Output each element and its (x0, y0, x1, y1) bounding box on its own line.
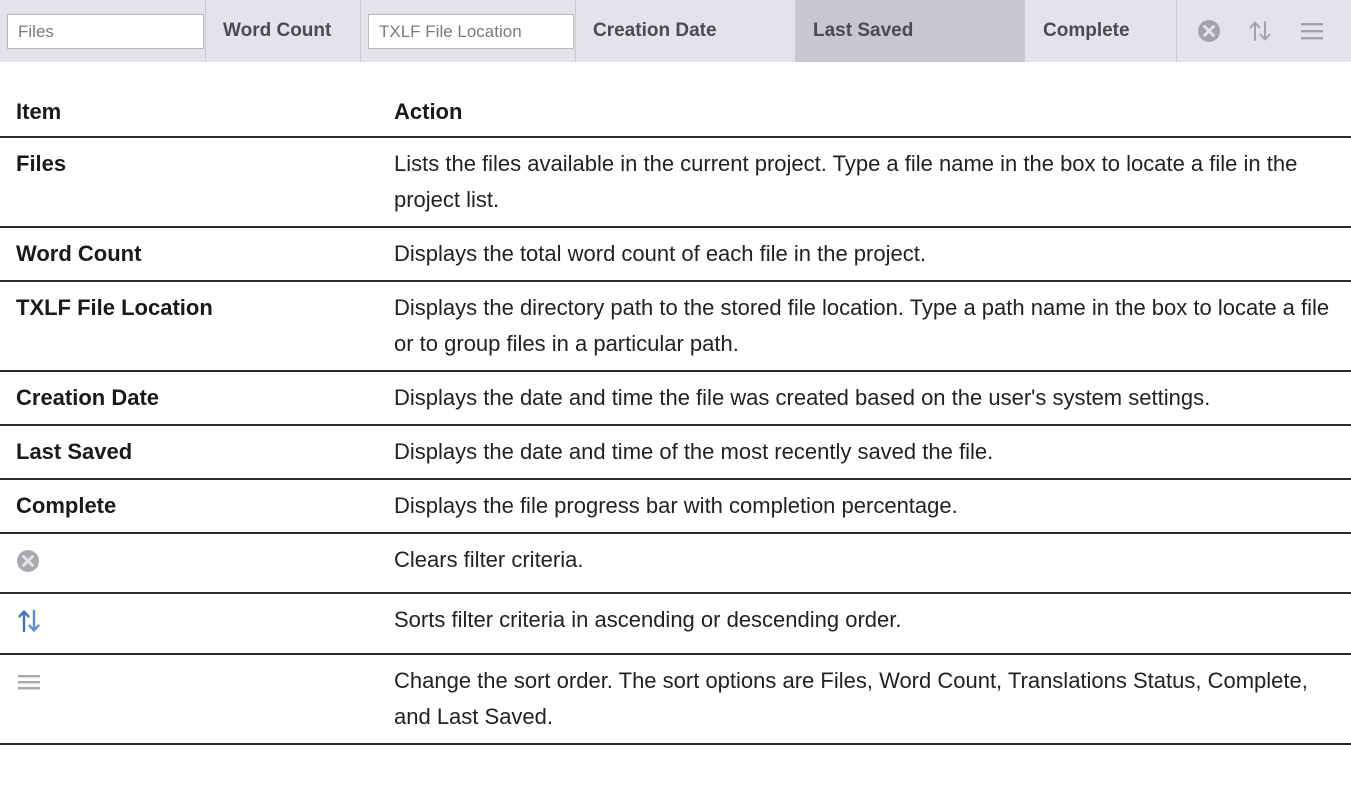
table-row: Files Lists the files available in the c… (0, 137, 1351, 228)
table-cell-item: Word Count (0, 227, 384, 282)
table-cell-action: Displays the date and time the file was … (384, 371, 1351, 426)
table-cell-action: Displays the directory path to the store… (384, 281, 1351, 372)
complete-column-header[interactable]: Complete (1025, 0, 1175, 62)
table-row: Sorts filter criteria in ascending or de… (0, 593, 1351, 655)
toolbar-reference-table: Item Action Files Lists the files availa… (0, 82, 1351, 745)
item-column-header: Item (0, 82, 384, 138)
table-cell-item: TXLF File Location (0, 281, 384, 372)
table-cell-action: Lists the files available in the current… (384, 137, 1351, 228)
menu-icon (16, 669, 50, 699)
table-cell-item (0, 654, 384, 745)
action-column-header: Action (384, 82, 1351, 138)
table-row: Creation Date Displays the date and time… (0, 371, 1351, 426)
table-cell-item: Last Saved (0, 425, 384, 480)
table-cell-item: Creation Date (0, 371, 384, 426)
clear-filter-icon[interactable] (1194, 16, 1224, 46)
table-cell-action: Clears filter criteria. (384, 533, 1351, 594)
txlf-location-filter-input[interactable] (368, 14, 574, 49)
table-cell-item: Complete (0, 479, 384, 534)
files-filter-input[interactable] (7, 14, 204, 49)
table-row: Last Saved Displays the date and time of… (0, 425, 1351, 480)
table-cell-item: Files (0, 137, 384, 228)
word-count-column-header[interactable]: Word Count (205, 0, 360, 62)
table-cell-action: Displays the total word count of each fi… (384, 227, 1351, 282)
table-cell-item (0, 533, 384, 594)
table-header-row: Item Action (0, 82, 1351, 138)
table-cell-action: Sorts filter criteria in ascending or de… (384, 593, 1351, 655)
menu-icon[interactable] (1297, 16, 1327, 46)
table-row: Word Count Displays the total word count… (0, 227, 1351, 282)
table-row: Clears filter criteria. (0, 533, 1351, 594)
sort-toggle-icon (16, 608, 50, 638)
clear-filter-icon (16, 548, 50, 578)
sort-toggle-icon[interactable] (1245, 16, 1275, 46)
table-row: TXLF File Location Displays the director… (0, 281, 1351, 372)
table-row: Change the sort order. The sort options … (0, 654, 1351, 745)
table-cell-action: Displays the file progress bar with comp… (384, 479, 1351, 534)
creation-date-column-header[interactable]: Creation Date (575, 0, 795, 62)
table-row: Complete Displays the file progress bar … (0, 479, 1351, 534)
divider (1176, 0, 1177, 62)
last-saved-column-header[interactable]: Last Saved (795, 0, 1025, 62)
table-cell-action: Change the sort order. The sort options … (384, 654, 1351, 745)
table-cell-action: Displays the date and time of the most r… (384, 425, 1351, 480)
table-cell-item (0, 593, 384, 655)
file-list-toolbar: Word Count Creation Date Last Saved Comp… (0, 0, 1351, 62)
divider (360, 0, 361, 62)
